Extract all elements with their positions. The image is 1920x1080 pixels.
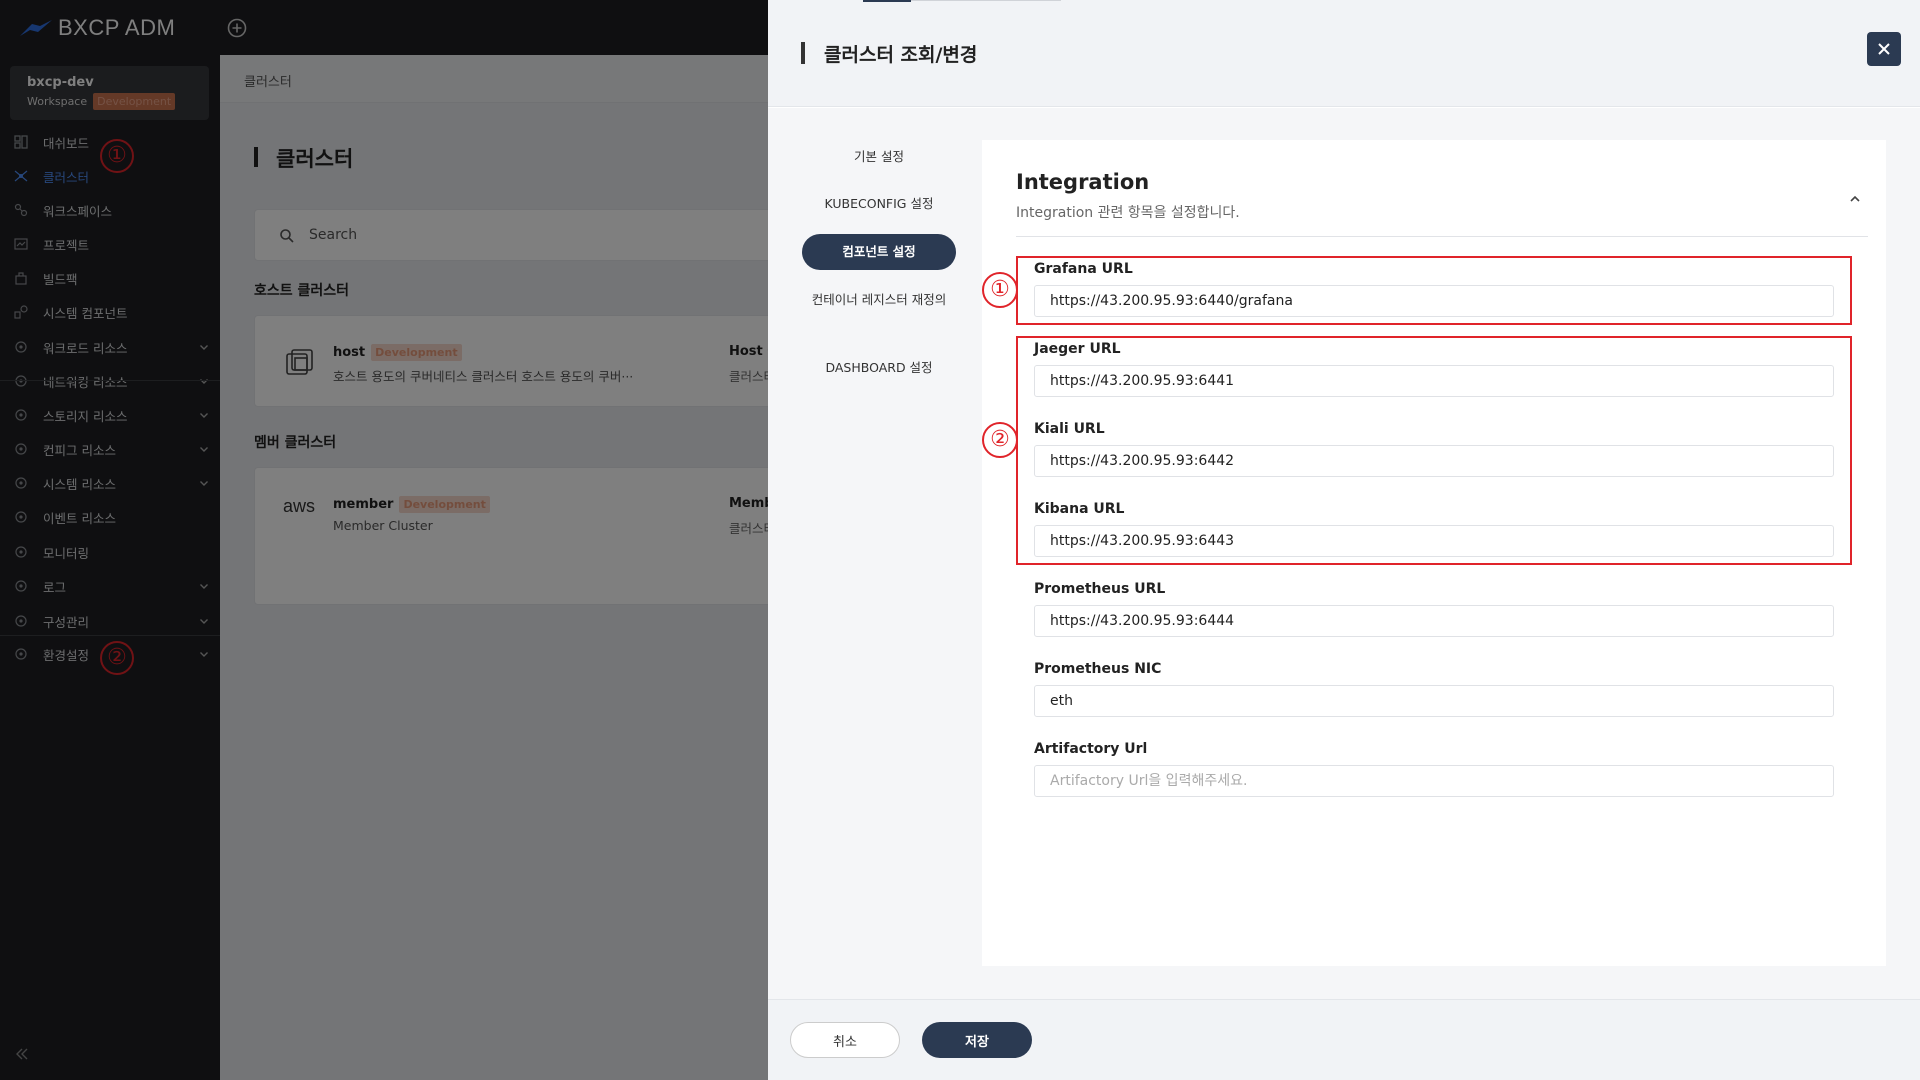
artifactory-url-field[interactable] xyxy=(1034,765,1834,797)
cluster-edit-drawer: 클러스터 조회/변경 기본 설정 KUBECONFIG 설정 컴포넌트 설정 컨… xyxy=(768,0,1920,1080)
section-subtitle: Integration 관련 항목을 설정합니다. xyxy=(1016,205,1240,221)
prometheus-nic-field[interactable] xyxy=(1034,685,1834,717)
tab-track xyxy=(911,0,1061,1)
annotation-two: ② xyxy=(982,422,1018,458)
step-basic[interactable]: 기본 설정 xyxy=(802,146,956,167)
tab-indicator xyxy=(863,0,911,2)
drawer-body: 기본 설정 KUBECONFIG 설정 컴포넌트 설정 컨테이너 레지스터 재정… xyxy=(768,108,1920,999)
highlight-box-tracing xyxy=(1016,336,1852,565)
integration-panel: Integration Integration 관련 항목을 설정합니다. Gr… xyxy=(982,140,1886,966)
cancel-button[interactable]: 취소 xyxy=(790,1022,900,1058)
step-kubeconfig[interactable]: KUBECONFIG 설정 xyxy=(802,193,956,214)
annotation-one: ① xyxy=(982,272,1018,308)
drawer-title: 클러스터 조회/변경 xyxy=(824,44,978,66)
step-registry[interactable]: 컨테이너 레지스터 재정의 xyxy=(802,289,956,310)
modal-overlay[interactable] xyxy=(0,0,768,1080)
title-accent xyxy=(801,42,805,64)
save-button[interactable]: 저장 xyxy=(922,1022,1032,1058)
artifactory-url-label: Artifactory Url xyxy=(1034,741,1148,757)
close-button[interactable] xyxy=(1867,32,1901,66)
section-title: Integration xyxy=(1016,170,1150,194)
chevron-up-icon[interactable] xyxy=(1848,192,1862,206)
step-dashboard[interactable]: DASHBOARD 설정 xyxy=(802,357,956,378)
prometheus-url-label: Prometheus URL xyxy=(1034,581,1166,597)
step-component[interactable]: 컴포넌트 설정 xyxy=(802,234,956,270)
prometheus-url-field[interactable] xyxy=(1034,605,1834,637)
drawer-header: 클러스터 조회/변경 xyxy=(768,0,1920,107)
highlight-box-grafana xyxy=(1016,256,1852,325)
section-divider xyxy=(1016,236,1868,237)
drawer-footer: 취소 저장 xyxy=(768,999,1920,1080)
prometheus-nic-label: Prometheus NIC xyxy=(1034,661,1162,677)
close-icon xyxy=(1878,43,1890,55)
